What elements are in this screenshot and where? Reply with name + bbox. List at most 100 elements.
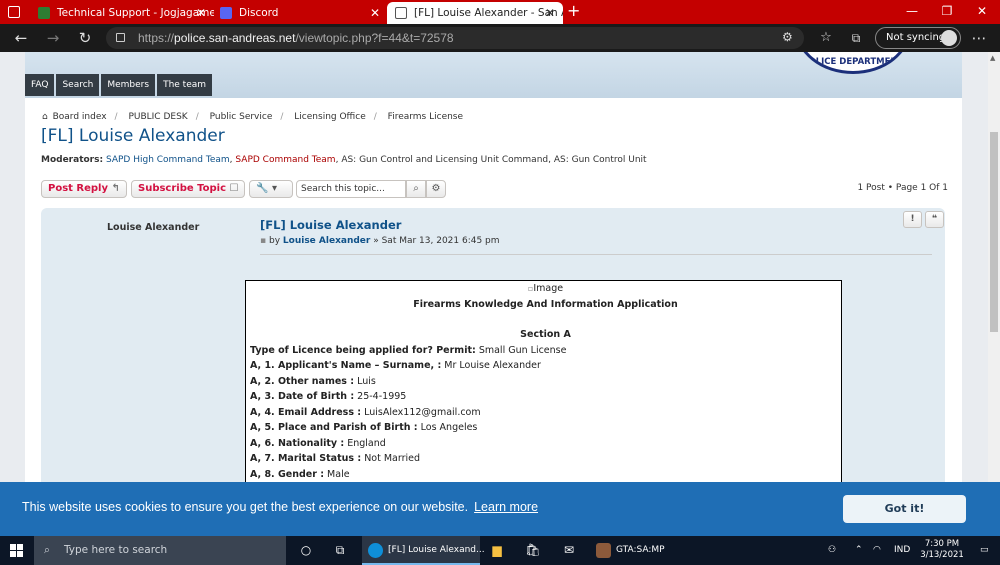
image-placeholder: ▫Image (527, 283, 564, 294)
wrench-icon: 🔧 (256, 183, 269, 194)
collections-icon[interactable]: ⧉ (845, 28, 867, 48)
scrollbar-thumb[interactable] (990, 132, 998, 332)
task-view-icon[interactable]: ⧉ (330, 536, 350, 565)
minimize-icon[interactable]: — (897, 0, 927, 24)
menu-item-faq[interactable]: FAQ (25, 74, 55, 96)
people-icon[interactable]: ⚇ (828, 536, 836, 565)
tab-actions-icon[interactable] (8, 6, 20, 18)
moderator-link[interactable]: AS: Gun Control and Licensing Unit Comma… (341, 155, 548, 165)
cookie-message: This website uses cookies to ensure you … (22, 500, 539, 514)
post-meta: ▪ by Louise Alexander » Sat Mar 13, 2021… (260, 236, 500, 246)
form-field: A, 3. Date of Birth : 25-4-1995 (250, 391, 407, 402)
mail-icon[interactable]: ✉ (558, 536, 580, 565)
new-tab-button[interactable]: + (567, 1, 580, 20)
close-tab-icon[interactable]: ✕ (196, 6, 206, 20)
taskbar-search-input[interactable]: ⌕ Type here to search (34, 536, 286, 565)
page-scrollbar[interactable]: ▲ (988, 52, 1000, 482)
close-tab-icon[interactable]: ✕ (545, 6, 555, 20)
windows-taskbar: ⌕ Type here to search ○ ⧉ [FL] Louise Al… (0, 536, 1000, 565)
browser-tab-strip: Technical Support - Jogjagamers ✕ Discor… (0, 0, 1000, 24)
post-icon: ▪ (260, 236, 267, 246)
address-bar[interactable]: https://police.san-andreas.net/viewtopic… (106, 27, 804, 49)
report-post-button[interactable]: ! (903, 211, 922, 228)
favorites-icon[interactable]: ☆ (815, 28, 837, 48)
show-hidden-icons[interactable]: ⌃ (855, 536, 863, 565)
reply-icon: ↰ (111, 183, 120, 194)
network-icon[interactable]: ◠ (873, 536, 881, 565)
discord-favicon-icon (220, 7, 232, 19)
subscribe-topic-button[interactable]: Subscribe Topic ☐ (131, 180, 245, 198)
url-text[interactable]: https://police.san-andreas.net/viewtopic… (138, 31, 454, 45)
scroll-up-icon[interactable]: ▲ (990, 54, 995, 62)
web-page: OLICE DEPARTMEN FAQ Search Members The t… (0, 52, 988, 482)
moderator-link[interactable]: SAPD High Command Team (106, 155, 230, 165)
form-field: A, 8. Gender : Male (250, 468, 350, 480)
menu-item-the-team[interactable]: The team (157, 74, 213, 96)
search-button[interactable]: ⌕ (406, 180, 426, 198)
forward-icon[interactable]: → (42, 28, 64, 48)
chevron-down-icon: ▾ (271, 183, 277, 194)
search-icon: ⌕ (44, 544, 50, 556)
edge-icon (368, 543, 383, 558)
breadcrumb-item[interactable]: Licensing Office (294, 112, 365, 122)
post-author[interactable]: Louise Alexander (107, 222, 199, 233)
cortana-icon[interactable]: ○ (296, 536, 316, 565)
refresh-icon[interactable]: ↻ (74, 28, 96, 48)
form-field: A, 2. Other names : Luis (250, 375, 376, 387)
tracking-prevention-icon[interactable]: ⚙ (782, 30, 793, 44)
menu-item-search[interactable]: Search (56, 74, 100, 96)
lock-icon (116, 33, 125, 42)
store-icon[interactable]: 🛍 (522, 536, 544, 565)
breadcrumb-item[interactable]: Public Service (210, 112, 273, 122)
application-form-box: ▫Image Firearms Knowledge And Informatio… (245, 280, 842, 482)
form-heading: Firearms Knowledge And Information Appli… (413, 298, 678, 310)
system-clock[interactable]: 7:30 PM 3/13/2021 (918, 539, 966, 561)
home-icon: ⌂ (42, 112, 48, 122)
learn-more-link[interactable]: Learn more (474, 500, 538, 514)
tab-louise-alexander[interactable]: [FL] Louise Alexander - San Andre ✕ (387, 2, 563, 24)
divider (260, 254, 932, 255)
browser-toolbar: ← → ↻ https://police.san-andreas.net/vie… (0, 24, 1000, 52)
close-window-icon[interactable]: ✕ (967, 0, 997, 24)
advanced-search-button[interactable]: ⚙ (426, 180, 446, 198)
tab-discord[interactable]: Discord ✕ (212, 2, 388, 24)
moderator-link[interactable]: AS: Gun Control Unit (554, 155, 647, 165)
profile-sync-button[interactable]: Not syncing (875, 27, 961, 49)
breadcrumb-item[interactable]: PUBLIC DESK (128, 112, 187, 122)
pagination: 1 Post • Page 1 Of 1 (857, 183, 948, 193)
close-tab-icon[interactable]: ✕ (370, 6, 380, 20)
taskbar-app-edge[interactable]: [FL] Louise Alexand... (362, 536, 485, 565)
menu-item-members[interactable]: Members (101, 74, 156, 96)
language-indicator[interactable]: IND (894, 536, 910, 565)
more-menu-icon[interactable]: ⋯ (968, 28, 990, 48)
breadcrumb-item[interactable]: Board index (53, 112, 107, 122)
notifications-icon[interactable]: ▭ (980, 536, 989, 565)
search-topic-input[interactable]: Search this topic... (296, 180, 406, 198)
form-field: A, 1. Applicant's Name – Surname, : Mr L… (250, 360, 541, 371)
section-heading: Section A (520, 329, 571, 340)
gear-icon: ⚙ (431, 183, 441, 194)
back-icon[interactable]: ← (10, 28, 32, 48)
jogjagamers-favicon-icon (38, 7, 50, 19)
quote-post-button[interactable]: ❝ (925, 211, 944, 228)
breadcrumb-item[interactable]: Firearms License (388, 112, 463, 122)
tab-technical-support[interactable]: Technical Support - Jogjagamers ✕ (30, 2, 214, 24)
file-explorer-icon[interactable]: ▆ (486, 536, 508, 565)
post-reply-button[interactable]: Post Reply ↰ (41, 180, 127, 198)
tab-label: Discord (239, 7, 279, 19)
post-title[interactable]: [FL] Louise Alexander (260, 218, 930, 232)
post-meta-author[interactable]: Louise Alexander (283, 236, 370, 246)
page-title[interactable]: [FL] Louise Alexander (41, 126, 225, 146)
sync-label: Not syncing (886, 32, 946, 43)
form-field: A, 5. Place and Parish of Birth : Los An… (250, 422, 478, 433)
restore-icon[interactable]: ❐ (932, 0, 962, 24)
avatar (941, 30, 957, 46)
taskbar-app-gta[interactable]: GTA:SA:MP (590, 536, 680, 565)
form-field: A, 7. Marital Status : Not Married (250, 453, 421, 464)
moderator-link[interactable]: SAPD Command Team (235, 155, 335, 165)
form-field: A, 6. Nationality : England (250, 437, 386, 449)
checkbox-icon: ☐ (229, 183, 239, 194)
got-it-button[interactable]: Got it! (843, 495, 966, 523)
topic-tools-button[interactable]: 🔧 ▾ (249, 180, 293, 198)
windows-start-icon[interactable] (10, 544, 23, 557)
